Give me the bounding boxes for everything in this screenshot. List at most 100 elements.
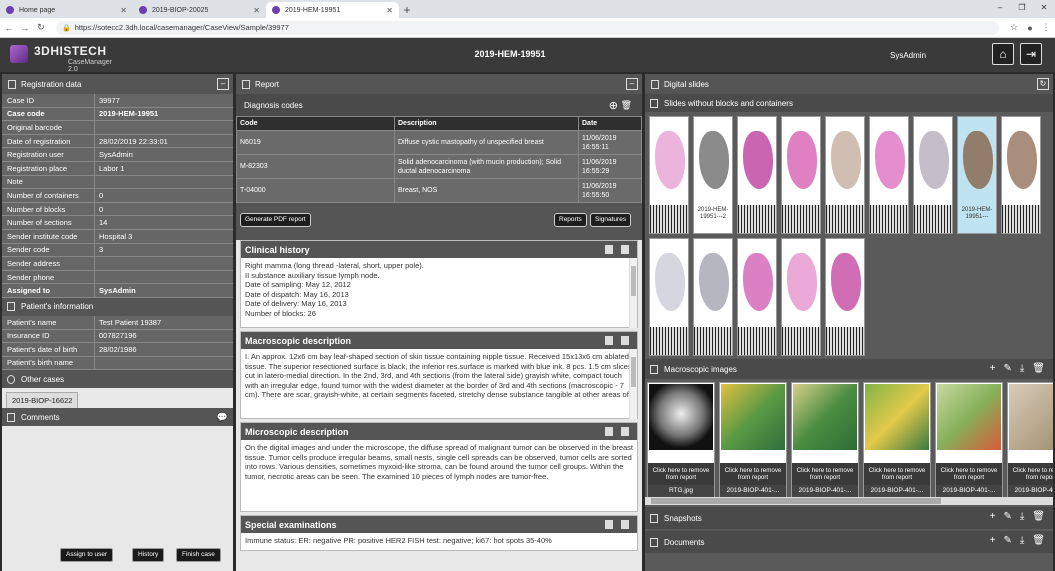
slide-thumbnail[interactable] [1001,116,1041,234]
download-icon[interactable]: ⤓ [1020,535,1024,546]
slide-thumbnail[interactable] [781,238,821,356]
tissue-image [963,131,993,189]
browser-tab-hem[interactable]: 2019-HEM-19951 ✕ [266,2,399,18]
macro-picture [793,384,857,450]
browser-tab-home[interactable]: Home page ✕ [0,2,133,18]
save-icon[interactable] [621,427,629,436]
current-user: SysAdmin [890,51,927,60]
comments-area[interactable] [2,426,233,545]
macroscopic-section: Macroscopic description I. An approx. 12… [240,331,638,419]
reports-button[interactable]: Reports [554,213,587,227]
remove-from-report-button[interactable]: Click here to remove from report [792,463,858,485]
star-icon[interactable]: ☆ [1007,22,1021,33]
diagnosis-row[interactable]: M-82303 Solid adenocarcinoma (with mucin… [236,154,642,179]
collapse-button[interactable]: – [217,78,229,90]
scrollbar[interactable] [629,349,637,419]
maximize-icon[interactable]: ❐ [1011,0,1033,16]
slide-thumbnail[interactable] [781,116,821,234]
document-icon[interactable] [605,245,613,254]
signatures-button[interactable]: Signatures [590,213,632,227]
barcode-label [650,327,688,355]
slide-thumbnail[interactable]: 2019-HEM-19951---2 [693,116,733,234]
trash-icon[interactable]: 🗑 [1032,535,1045,546]
microscopic-text[interactable]: On the digital images and under the micr… [241,440,637,512]
scrollbar[interactable] [629,258,637,328]
clinical-history-text[interactable]: Right mamma (long thread -lateral, short… [241,258,637,328]
download-icon[interactable]: ⤓ [1020,511,1024,522]
registration-row: Sender phone [2,270,233,285]
macro-image[interactable]: Click here to remove from report 2019-BI… [1007,382,1053,497]
clinical-history-section: Clinical history Right mamma (long threa… [240,240,638,328]
document-icon[interactable] [605,520,613,529]
logout-button[interactable]: ⇥ [1020,43,1042,65]
url-input[interactable]: 🔒 https://sotecc2.3dh.local/casemanager/C… [56,20,999,35]
close-icon[interactable]: ✕ [253,6,260,15]
diagnosis-row[interactable]: T-04000 Breast, NOS 11/06/2019 16:55:50 [236,178,642,203]
close-icon[interactable]: ✕ [120,6,127,15]
macro-image[interactable]: Click here to remove from report 2019-BI… [791,382,859,497]
reload-icon[interactable]: ↻ [34,22,48,33]
macro-image[interactable]: Click here to remove from report 2019-BI… [719,382,787,497]
slide-thumbnail[interactable]: 2019-HEM-19951--- [957,116,997,234]
documents-icon [650,537,658,547]
home-button[interactable]: ⌂ [992,43,1014,65]
other-case-link[interactable]: 2019-BIOP-16622 [6,392,79,410]
menu-icon[interactable]: ⋮ [1039,22,1053,33]
macro-image[interactable]: Click here to remove from report 2019-BI… [935,382,1003,497]
macro-image[interactable]: Click here to remove from report RTG.jpg [647,382,715,497]
save-icon[interactable] [621,520,629,529]
slide-thumbnail[interactable] [869,116,909,234]
back-icon[interactable]: ← [2,23,16,33]
add-comment-icon[interactable]: 💬 [217,412,228,423]
document-icon[interactable] [605,336,613,345]
slide-thumbnail[interactable] [825,238,865,356]
favicon-icon [139,6,147,14]
add-icon[interactable]: + [990,511,996,522]
new-tab-button[interactable]: + [399,2,415,18]
save-icon[interactable] [621,336,629,345]
macroscopic-text[interactable]: I. An approx. 12x6 cm bay leaf-shaped se… [241,349,637,419]
trash-icon[interactable]: 🗑 [621,100,632,111]
finish-case-button[interactable]: Finish case [176,548,221,562]
remove-from-report-button[interactable]: Click here to remove from report [1008,463,1053,485]
edit-icon[interactable]: ✎ [1003,535,1011,546]
minimize-icon[interactable]: – [989,0,1011,16]
add-icon[interactable]: + [990,363,996,374]
trash-icon[interactable]: 🗑 [1032,511,1045,522]
close-window-icon[interactable]: ✕ [1033,0,1055,16]
browser-tab-biop[interactable]: 2019-BIOP-20025 ✕ [133,2,266,18]
slide-thumbnail[interactable] [737,238,777,356]
trash-icon[interactable]: 🗑 [1032,363,1045,374]
page-title: 2019-HEM-19951 [474,49,546,59]
edit-icon[interactable]: ✎ [1003,511,1011,522]
remove-from-report-button[interactable]: Click here to remove from report [648,463,714,485]
slide-thumbnail[interactable] [649,116,689,234]
close-icon[interactable]: ✕ [386,6,393,15]
remove-from-report-button[interactable]: Click here to remove from report [720,463,786,485]
download-icon[interactable]: ⤓ [1020,363,1024,374]
slide-thumbnail[interactable] [693,238,733,356]
add-icon[interactable]: ⊕ [609,99,618,112]
horizontal-scrollbar[interactable] [645,497,1053,505]
diagnosis-row[interactable]: N6019 Diffuse cystic mastopathy of unspe… [236,130,642,155]
edit-icon[interactable]: ✎ [1003,363,1011,374]
history-button[interactable]: History [132,548,165,562]
remove-from-report-button[interactable]: Click here to remove from report [864,463,930,485]
remove-from-report-button[interactable]: Click here to remove from report [936,463,1002,485]
generate-pdf-button[interactable]: Generate PDF report [240,213,311,227]
special-examinations-text[interactable]: Immune status: ER: negative PR: positive… [241,533,637,551]
save-icon[interactable] [621,245,629,254]
forward-icon[interactable]: → [18,23,32,33]
collapse-button[interactable]: – [626,78,638,90]
macro-image[interactable]: Click here to remove from report 2019-BI… [863,382,931,497]
slide-thumbnail[interactable] [913,116,953,234]
document-icon[interactable] [605,427,613,436]
refresh-button[interactable]: ↻ [1037,78,1049,90]
slide-thumbnail[interactable] [825,116,865,234]
add-icon[interactable]: + [990,535,996,546]
assign-to-user-button[interactable]: Assign to user [60,548,114,562]
slide-thumbnail[interactable] [649,238,689,356]
favicon-icon [6,6,14,14]
profile-icon[interactable]: ● [1023,23,1037,33]
slide-thumbnail[interactable] [737,116,777,234]
